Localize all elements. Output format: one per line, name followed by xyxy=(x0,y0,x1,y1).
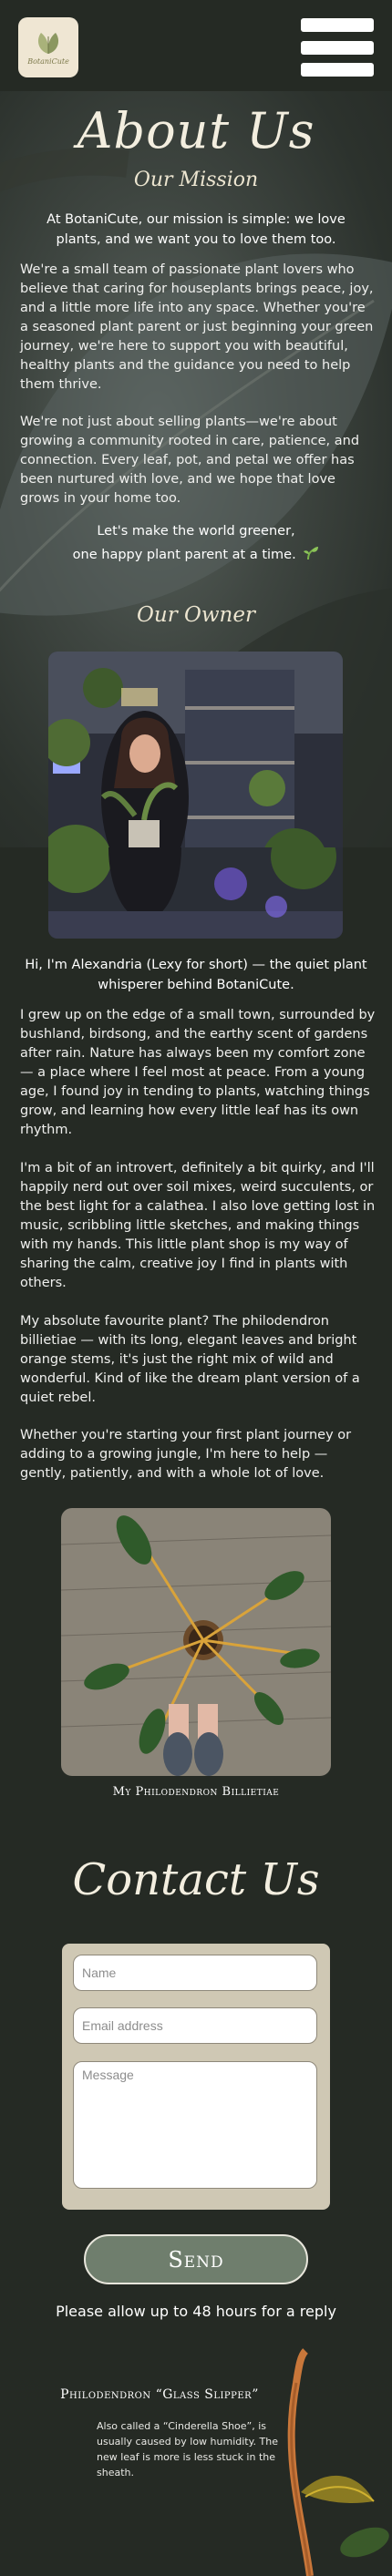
site-header: BotaniCute xyxy=(0,0,392,91)
mission-lead: At BotaniCute, our mission is simple: we… xyxy=(46,212,346,247)
about-section: About Us Our Mission At BotaniCute, our … xyxy=(0,91,392,847)
owner-heading: Our Owner xyxy=(137,603,255,627)
bio-paragraph: I'm a bit of an introvert, definitely a … xyxy=(20,1161,376,1290)
plant-fact-text: Also called a “Cinderella Shoe”, is usua… xyxy=(97,2420,278,2479)
logo-text: BotaniCute xyxy=(27,57,69,66)
mission-paragraph: We're not just about selling plants—we'r… xyxy=(20,415,360,506)
contact-form xyxy=(62,1944,330,2210)
name-input[interactable] xyxy=(73,1955,317,1991)
owner-photo-lower-image xyxy=(48,847,343,939)
owner-caption: Hi, I'm Alexandria (Lexy for short) — th… xyxy=(25,958,367,992)
mission-closing: Let's make the world greener, one happy … xyxy=(36,519,356,567)
hamburger-icon[interactable] xyxy=(301,18,374,77)
bio-paragraph: I grew up on the edge of a small town, s… xyxy=(20,1008,376,1137)
owner-photo-lower xyxy=(48,847,343,939)
glass-slipper-plant-image xyxy=(287,2348,389,2576)
leaf-logo-icon xyxy=(37,33,59,54)
philodendron-photo-image xyxy=(61,1508,331,1776)
about-title: About Us xyxy=(77,102,315,159)
owner-photo xyxy=(48,652,343,847)
bio-paragraph: My absolute favourite plant? The philode… xyxy=(20,1314,360,1405)
seedling-icon xyxy=(304,547,319,560)
closing-line: Let's make the world greener, xyxy=(97,524,295,539)
mission-paragraph: We're a small team of passionate plant l… xyxy=(20,262,374,392)
closing-line-2: one happy plant parent at a time. xyxy=(36,543,356,567)
philodendron-caption: My Philodendron Billietiae xyxy=(112,1785,280,1799)
brand-logo[interactable]: BotaniCute xyxy=(18,17,78,77)
philodendron-photo xyxy=(61,1508,331,1776)
mission-heading: Our Mission xyxy=(133,169,259,191)
bio-paragraph: Whether you're starting your first plant… xyxy=(20,1428,352,1481)
plant-fact-title: Philodendron “Glass Slipper” xyxy=(60,2387,259,2402)
send-button[interactable]: Send xyxy=(84,2234,308,2284)
owner-photo-image xyxy=(48,652,343,847)
reply-note: Please allow up to 48 hours for a reply xyxy=(56,2303,336,2320)
closing-line: one happy plant parent at a time. xyxy=(72,548,296,562)
email-input[interactable] xyxy=(73,2007,317,2044)
contact-title: Contact Us xyxy=(72,1854,320,1905)
message-textarea[interactable] xyxy=(73,2061,317,2189)
